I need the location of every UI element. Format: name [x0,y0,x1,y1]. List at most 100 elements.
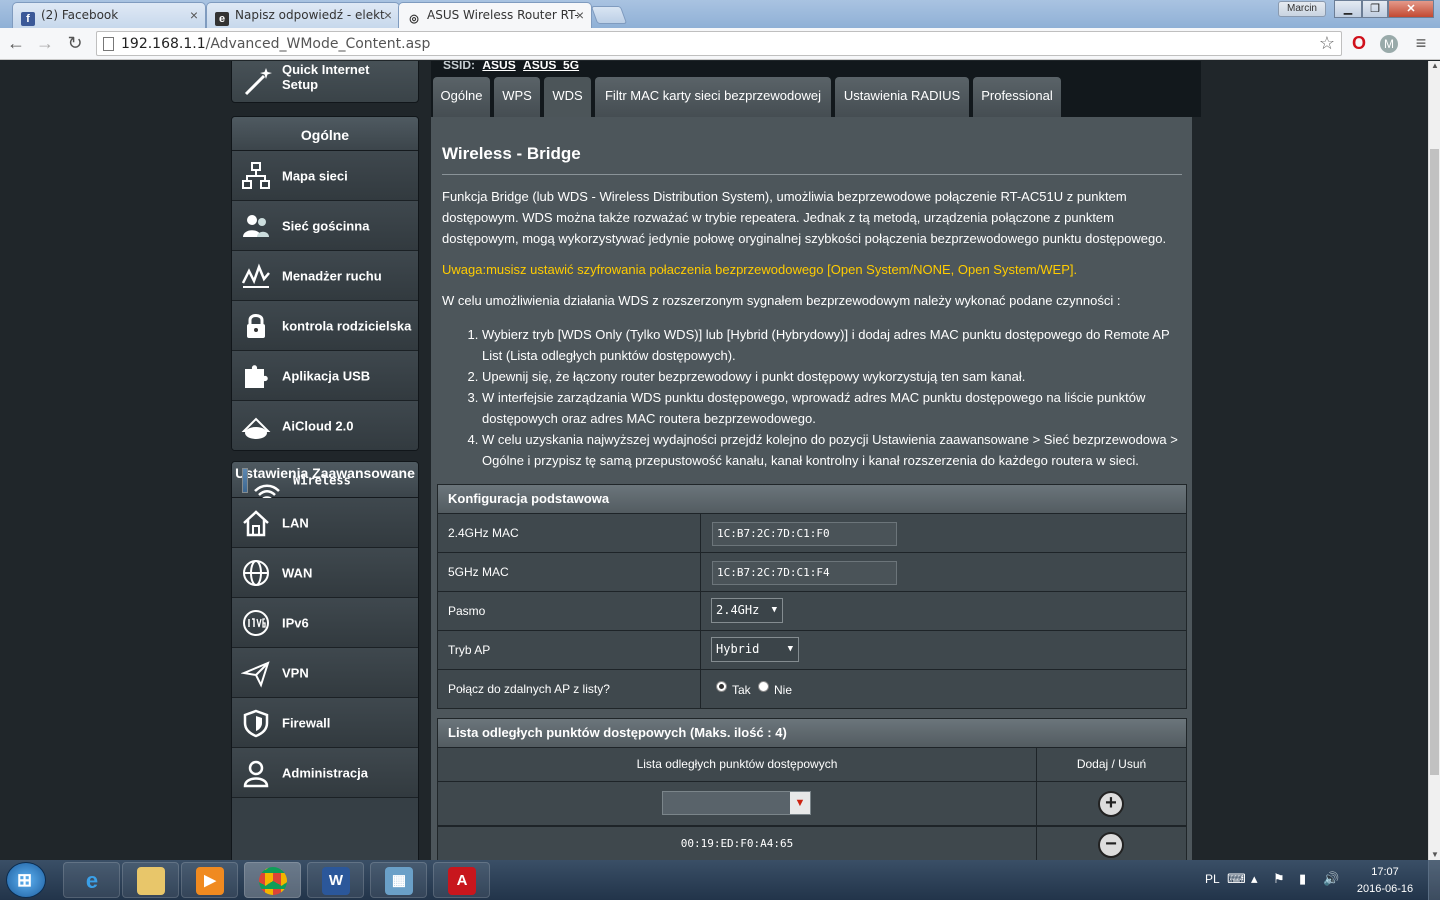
taskbar-chrome[interactable] [244,862,301,898]
basic-config-table: Konfiguracja podstawowa 2.4GHz MAC 1C:B7… [437,484,1187,709]
step-item: Upewnij się, że łączony router bezprzewo… [482,366,1187,387]
menu-item-traffic-manager[interactable]: Menadżer ruchu [232,251,418,301]
taskbar-ie[interactable]: e [63,862,120,898]
new-tab-button[interactable] [590,6,628,24]
taskbar-explorer[interactable] [122,862,179,898]
menu-item-ipv6[interactable]: IPv6 [232,598,418,648]
reload-icon[interactable]: ↻ [64,33,86,54]
browser-tab-answer[interactable]: e Napisz odpowiedź - elekt × [206,2,400,28]
tab-general[interactable]: Ogólne [433,77,490,117]
ssid-5-link[interactable]: ASUS_5G [523,61,579,72]
close-tab-icon[interactable]: × [576,7,584,23]
address-bar[interactable]: 192.168.1.1/Advanced_WMode_Content.asp ☆ [96,31,1342,56]
page-scrollbar[interactable]: ▲ ▼ [1428,61,1440,860]
mac5-label: 5GHz MAC [448,565,509,579]
apmode-select-value: Hybrid [716,642,760,656]
scroll-up-arrow-icon[interactable]: ▲ [1430,61,1440,71]
steps-intro: W celu umożliwienia działania WDS z rozs… [442,293,1121,308]
url-host: 192.168.1.1 [121,36,206,52]
action-center-flag-icon[interactable]: ⚑ [1273,871,1285,887]
shield-firewall-icon [243,709,269,738]
profile-button[interactable]: Marcin [1278,1,1326,17]
apmode-select[interactable]: Hybrid ▼ [711,637,799,662]
menu-item-label: VPN [282,665,309,680]
scroll-down-arrow-icon[interactable]: ▼ [1430,850,1440,860]
band-select[interactable]: 2.4GHz ▼ [711,598,783,623]
network-signal-icon[interactable]: ▮ [1299,871,1306,887]
tab-mac-filter[interactable]: Filtr MAC karty sieci bezprzewodowej [595,77,831,117]
start-button[interactable]: ⊞ [6,862,46,898]
menu-item-lan[interactable]: LAN [232,498,418,548]
tab-wps[interactable]: WPS [494,77,540,117]
taskbar-control-panel[interactable]: ▦ [370,862,427,898]
keyboard-icon[interactable]: ⌨ [1227,871,1246,887]
back-arrow-icon[interactable]: ← [5,33,27,54]
traffic-manager-icon [241,263,270,288]
opera-o-icon[interactable]: O [1348,33,1370,54]
show-desktop-button[interactable] [1428,860,1440,900]
ssid-label: SSID: [443,61,476,72]
ap-mac-combo[interactable]: ▼ [662,791,811,815]
menu-item-usb-application[interactable]: Aplikacja USB [232,351,418,401]
taskbar-acrobat[interactable]: A [433,862,490,898]
menu-item-label: Administracja [282,765,368,780]
guest-network-icon [243,215,269,237]
menu-item-guest-network[interactable]: Sieć gościnna [232,201,418,251]
acrobat-icon: A [448,867,476,895]
menu-item-vpn[interactable]: VPN [232,648,418,698]
radio-no[interactable] [758,681,769,692]
chrome-menu-icon[interactable]: ≡ [1410,33,1432,54]
menu-item-label: Menadżer ruchu [282,268,382,283]
steps-list: Wybierz tryb [WDS Only (Tylko WDS)] lub … [442,324,1187,471]
menu-item-wan[interactable]: WAN [232,548,418,598]
volume-icon[interactable]: 🔊 [1323,871,1339,887]
remote-ap-table: Lista odległych punktów dostępowych (Mak… [437,718,1187,860]
add-ap-row: ▼ + [438,781,1186,825]
menu-item-label: Sieć gościnna [282,218,370,233]
tab-title: Napisz odpowiedź - elekt [235,8,385,22]
url-text: 192.168.1.1/Advanced_WMode_Content.asp [121,36,430,52]
window-close-button[interactable]: ✕ [1388,0,1434,18]
language-indicator[interactable]: PL [1205,872,1220,886]
browser-tab-facebook[interactable]: f (2) Facebook × [12,2,206,28]
mac5-field[interactable]: 1C:B7:2C:7D:C1:F4 [712,561,897,585]
radio-no-label: Nie [774,683,793,697]
menu-item-aicloud[interactable]: AiCloud 2.0 [232,401,418,450]
forward-arrow-icon[interactable]: → [34,33,56,54]
windows-logo-icon: ⊞ [17,870,33,890]
clock-time: 17:07 [1371,866,1399,878]
internet-explorer-icon: e [85,868,99,893]
taskbar-word[interactable]: W [307,862,364,898]
add-ap-button[interactable]: + [1098,791,1124,817]
tab-wds[interactable]: WDS [544,77,591,117]
close-tab-icon[interactable]: × [384,7,392,23]
extension-m-icon[interactable]: M [1380,35,1398,53]
remove-ap-button[interactable]: − [1098,832,1124,858]
close-tab-icon[interactable]: × [190,7,198,23]
show-hidden-icons[interactable]: ▴ [1251,871,1258,887]
tab-radius[interactable]: Ustawienia RADIUS [835,77,969,117]
menu-item-wireless[interactable]: Wireless [242,468,351,505]
scrollbar-thumb[interactable] [1430,149,1439,775]
bookmark-star-icon[interactable]: ☆ [1319,33,1335,54]
menu-item-label: Mapa sieci [282,168,348,183]
taskbar-media[interactable]: ▶ [181,862,238,898]
menu-item-network-map[interactable]: Mapa sieci [232,151,418,201]
quick-setup-button[interactable]: Quick Internet Setup [231,61,419,103]
combo-dropdown-icon[interactable]: ▼ [790,792,810,814]
tab-professional[interactable]: Professional [973,77,1061,117]
menu-item-label: Firewall [282,715,331,730]
band-select-value: 2.4GHz [716,603,760,617]
browser-tab-asus[interactable]: ◎ ASUS Wireless Router RT- × [398,2,592,29]
minimize-button[interactable]: ▁ [1334,0,1362,18]
table-row: 00:19:ED:F0:A4:65 − [438,825,1186,860]
ssid-24-link[interactable]: ASUS [482,61,515,72]
radio-yes[interactable] [716,681,727,692]
menu-item-administration[interactable]: Administracja [232,748,418,798]
menu-item-firewall[interactable]: Firewall [232,698,418,748]
menu-item-parental-control[interactable]: kontrola rodzicielska [232,301,418,351]
mac24-field[interactable]: 1C:B7:2C:7D:C1:F0 [712,522,897,546]
clock[interactable]: 17:07 2016-06-16 [1350,864,1420,898]
page-title: Wireless - Bridge [442,144,581,163]
maximize-button[interactable]: ❐ [1362,0,1388,18]
